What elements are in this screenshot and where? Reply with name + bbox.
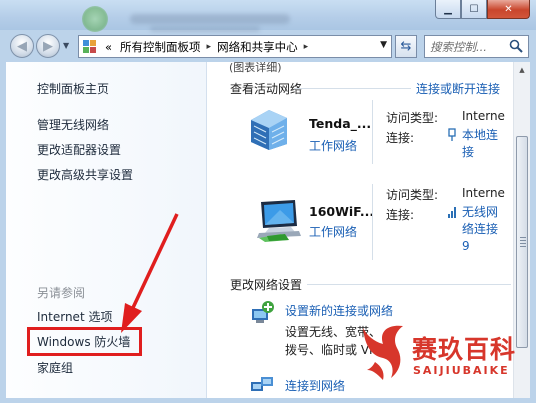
- computer-network-icon: [257, 200, 301, 242]
- connection-label: 连接:: [386, 131, 415, 145]
- network-name: 160WiF...: [309, 204, 375, 219]
- watermark-title: 赛玖百科: [412, 335, 517, 364]
- access-type-value: Interne: [462, 109, 505, 123]
- wireless-signal-icon: [448, 207, 456, 218]
- active-networks-heading: 查看活动网络: [230, 82, 303, 96]
- arrow-head: [121, 303, 142, 333]
- watermark-logo-icon: [363, 325, 403, 380]
- scroll-grip: [520, 237, 526, 249]
- scroll-up-button[interactable]: ▲: [514, 62, 530, 78]
- connect-disconnect-link[interactable]: 连接或断开连接: [416, 80, 500, 97]
- watermark-subtitle: SAIJIUBAIKE: [413, 364, 510, 377]
- divider: [372, 184, 373, 260]
- setup-new-connection-link[interactable]: 设置新的连接或网络: [285, 302, 393, 319]
- watermark: 赛玖百科 SAIJIUBAIKE: [357, 322, 527, 384]
- arrow-shaft: [129, 213, 179, 313]
- divider: [295, 88, 411, 89]
- see-full-map-link[interactable]: (图表详细): [229, 62, 282, 75]
- divider: [307, 284, 511, 285]
- wireless-connection-link[interactable]: 无线网络连接 9: [462, 204, 506, 255]
- change-settings-heading: 更改网络设置: [230, 278, 303, 292]
- network-name: Tenda_...: [309, 116, 372, 131]
- connect-to-network-icon: [251, 377, 273, 391]
- new-connection-icon: [252, 301, 274, 323]
- access-type-label: 访问类型:: [386, 188, 439, 202]
- access-type-label: 访问类型:: [386, 111, 439, 125]
- access-type-value: Interne: [462, 186, 505, 200]
- divider: [372, 100, 373, 164]
- scroll-thumb[interactable]: [516, 136, 528, 348]
- network-type-link[interactable]: 工作网络: [309, 137, 357, 154]
- building-network-icon: [251, 110, 287, 150]
- local-connection-link[interactable]: 本地连接: [462, 127, 506, 161]
- ethernet-icon: [448, 128, 456, 141]
- connect-to-network-link[interactable]: 连接到网络: [285, 377, 345, 394]
- connection-label: 连接:: [386, 208, 415, 222]
- network-type-link[interactable]: 工作网络: [309, 223, 357, 240]
